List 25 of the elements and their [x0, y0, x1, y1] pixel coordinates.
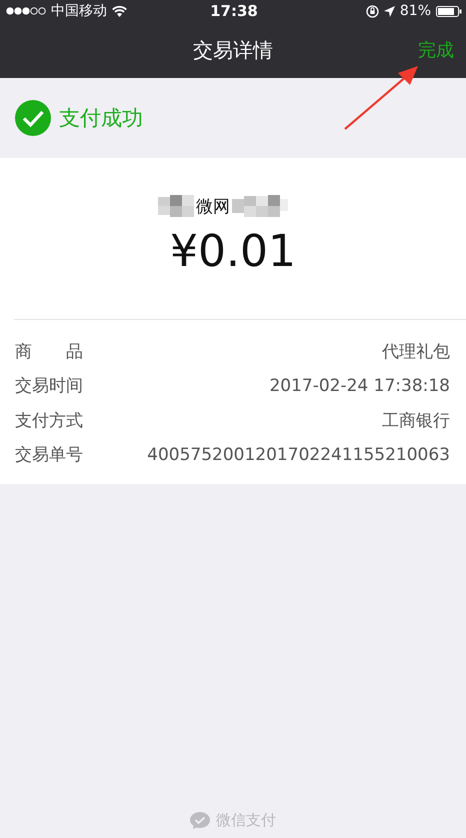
payment-amount: ¥0.01	[169, 225, 297, 279]
carrier-name: 中国移动	[51, 2, 107, 20]
detail-label: 交易单号	[15, 444, 83, 466]
clock-time: 17:38	[210, 2, 258, 20]
battery-percent: 81%	[400, 3, 431, 19]
merchant-name: 微网	[196, 196, 230, 218]
payment-success-text: 支付成功	[59, 105, 143, 132]
wifi-icon	[112, 6, 127, 16]
detail-value: 4005752001201702241155210063	[147, 444, 450, 465]
chat-bubble-icon	[190, 812, 210, 829]
signal-icon	[6, 7, 46, 15]
page-title: 交易详情	[193, 36, 273, 64]
battery-icon	[436, 6, 462, 16]
location-arrow-icon	[384, 6, 395, 16]
mosaic-drawing	[232, 195, 288, 217]
detail-value: 工商银行	[382, 410, 450, 432]
detail-label: 商 品	[15, 340, 83, 363]
detail-label: 支付方式	[15, 410, 83, 432]
detail-value: 2017-02-24 17:38:18	[269, 376, 450, 396]
mosaic-drawing	[158, 195, 194, 217]
done-button[interactable]: 完成	[418, 38, 454, 62]
detail-value: 代理礼包	[382, 340, 450, 363]
rotation-lock-icon	[366, 4, 379, 18]
success-check-icon	[15, 100, 51, 136]
detail-label: 交易时间	[15, 375, 83, 398]
